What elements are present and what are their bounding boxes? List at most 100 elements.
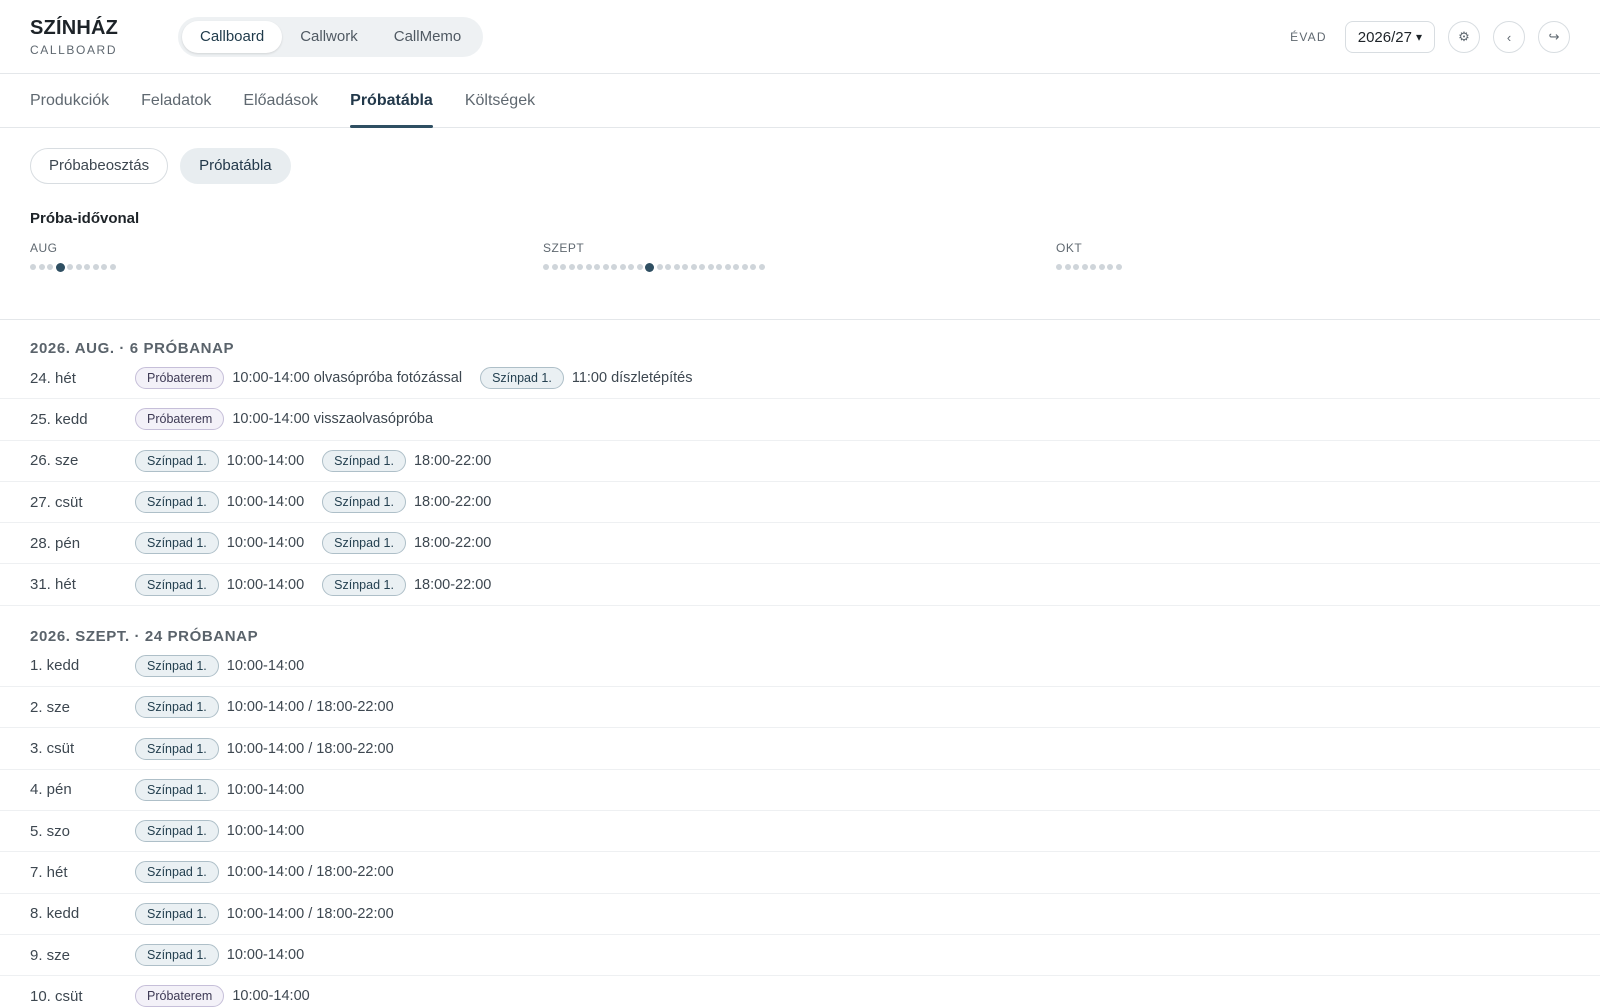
schedule-row[interactable]: 7. hét Színpad 1. 10:00-14:00 / 18:00-22:0… [0,852,1600,894]
timeline-dot[interactable] [628,264,634,270]
timeline-dot[interactable] [636,264,643,270]
schedule-row[interactable]: 3. csüt Színpad 1. 10:00-14:00 / 18:00-22:… [0,728,1600,770]
rehearsal-entry[interactable]: Színpad 1. 18:00-22:00 [322,491,491,514]
schedule-row[interactable]: 26. sze Színpad 1. 10:00-14:00 Színpad 1. 18… [0,441,1600,482]
timeline-dot[interactable] [1081,264,1088,270]
timeline-dot[interactable] [656,264,663,270]
app-tab-callmemo[interactable]: CallMemo [376,21,480,53]
timeline-dot[interactable] [724,264,731,270]
timeline-dot[interactable] [1090,264,1096,270]
timeline-dot[interactable] [1073,264,1079,270]
schedule-row[interactable]: 2. sze Színpad 1. 10:00-14:00 / 18:00-22:0… [0,687,1600,729]
settings-button[interactable]: ⚙ [1448,21,1480,53]
rehearsal-entry[interactable]: Színpad 1. 10:00-14:00 [135,491,304,514]
tab-5[interactable]: Költségek [465,74,535,127]
rehearsal-entry[interactable]: Próbaterem 10:00-14:00 olvasópróba fotózá… [135,367,462,390]
rehearsal-entry[interactable]: Színpad 1. 10:00-14:00 [135,532,304,555]
timeline-dot-selected[interactable] [55,262,65,272]
tab-4[interactable]: Próbatábla [350,74,433,128]
rehearsal-entry[interactable]: Színpad 1. 10:00-14:00 [135,654,304,677]
stage-badge: Színpad 1. [135,861,219,884]
schedule-row[interactable]: 5. szo Színpad 1. 10:00-14:00 [0,811,1600,853]
timeline-dot[interactable] [758,264,765,270]
rehearsal-entry[interactable]: Színpad 1. 10:00-14:00 [135,449,304,472]
rehearsal-entry[interactable]: Színpad 1. 10:00-14:00 [135,573,304,596]
timeline-dot-selected[interactable] [645,262,654,272]
timeline-dot[interactable] [585,264,592,270]
rehearsal-entry[interactable]: Színpad 1. 10:00-14:00 [135,944,304,966]
timeline-dot[interactable] [30,264,36,270]
timeline-dot[interactable] [665,264,671,270]
tab-2[interactable]: Feladatok [141,74,211,127]
timeline-dot[interactable] [619,264,626,270]
schedule-row[interactable]: 10. csüt Próbaterem 10:00-14:00 [0,976,1600,1008]
timeline-dots [543,261,1056,273]
timeline-dot[interactable] [1064,264,1071,270]
timeline-dot[interactable] [543,264,549,270]
schedule-row[interactable]: 31. hét Színpad 1. 10:00-14:00 Színpad 1. 18… [0,564,1600,606]
timeline-dot[interactable] [1107,264,1113,270]
timeline-dot[interactable] [1115,264,1122,270]
rehearsal-entry[interactable]: Színpad 1. 10:00-14:00 / 18:00-22:00 [135,737,394,760]
subtab-1[interactable]: Próbabeosztás [30,148,169,184]
top-right-controls: ÉVAD 2026/27 ▾ ⚙ ‹ ↪ [1290,0,1570,74]
row-date: 9. sze [30,946,71,964]
stage-badge: Színpad 1. [135,573,219,596]
timeline-dot[interactable] [109,264,116,270]
timeline-dot[interactable] [594,264,600,270]
schedule-row[interactable]: 9. sze Színpad 1. 10:00-14:00 [0,935,1600,977]
timeline-dot[interactable] [690,264,697,270]
entry-time: 10:00-14:00 [226,781,305,798]
rehearsal-entry[interactable]: Próbaterem 10:00-14:00 visszaolvasópróba [135,408,433,431]
timeline-dot[interactable] [84,264,90,270]
timeline-dot[interactable] [568,264,575,270]
timeline-dot[interactable] [611,264,617,270]
month-group-heading: 2026. AUG. · 6 PRÓBANAP [30,340,235,357]
schedule-row[interactable]: 25. kedd Próbaterem 10:00-14:00 visszaolva… [0,399,1600,441]
schedule-row[interactable]: 27. csüt Színpad 1. 10:00-14:00 Színpad 1. 1… [0,482,1600,524]
timeline-dot[interactable] [750,264,756,270]
rehearsal-entry[interactable]: Színpad 1. 18:00-22:00 [322,573,491,596]
timeline-dot[interactable] [1056,264,1062,270]
timeline-dot[interactable] [682,264,688,270]
timeline-dot[interactable] [602,264,609,270]
timeline-dot[interactable] [551,264,558,270]
timeline-dot[interactable] [673,264,680,270]
timeline-dot[interactable] [560,264,566,270]
timeline-dot[interactable] [707,264,714,270]
tab-3[interactable]: Előadások [243,74,318,127]
tab-1[interactable]: Produkciók [30,74,109,127]
schedule-row[interactable]: 4. pén Színpad 1. 10:00-14:00 [0,770,1600,811]
subtab-2[interactable]: Próbatábla [180,148,291,184]
logout-button[interactable]: ↪ [1538,21,1570,53]
rehearsal-entry[interactable]: Próbaterem 10:00-14:00 [135,985,310,1008]
rehearsal-entry[interactable]: Színpad 1. 18:00-22:00 [322,532,491,555]
timeline-dot[interactable] [716,264,722,270]
app-tab-callboard[interactable]: Callboard [182,20,283,53]
schedule-row[interactable]: 24. hét Próbaterem 10:00-14:00 olvasópróba… [0,358,1600,400]
schedule-row[interactable]: 28. pén Színpad 1. 10:00-14:00 Színpad 1. 18… [0,523,1600,565]
timeline-dot[interactable] [577,264,583,270]
timeline-dot[interactable] [47,264,53,270]
timeline-dot[interactable] [699,264,705,270]
back-button[interactable]: ‹ [1493,21,1525,53]
timeline-dot[interactable] [38,264,45,270]
rehearsal-entry[interactable]: Színpad 1. 18:00-22:00 [322,449,491,472]
rehearsal-entry[interactable]: Színpad 1. 10:00-14:00 / 18:00-22:00 [135,696,394,719]
timeline-dot[interactable] [733,264,739,270]
schedule-row[interactable]: 1. kedd Színpad 1. 10:00-14:00 [0,646,1600,688]
timeline-dot[interactable] [1098,264,1105,270]
timeline-dot[interactable] [75,264,82,270]
schedule-row[interactable]: 8. kedd Színpad 1. 10:00-14:00 / 18:00-22:… [0,894,1600,935]
timeline-dot[interactable] [92,264,99,270]
timeline-dot[interactable] [101,264,107,270]
app-tab-callwork[interactable]: Callwork [282,21,376,53]
rehearsal-entry[interactable]: Színpad 1. 11:00 díszletépítés [480,367,692,390]
season-select[interactable]: 2026/27 ▾ [1344,21,1435,53]
timeline-dot[interactable] [741,264,748,270]
rehearsal-entry[interactable]: Színpad 1. 10:00-14:00 / 18:00-22:00 [135,861,394,884]
rehearsal-entry[interactable]: Színpad 1. 10:00-14:00 / 18:00-22:00 [135,902,394,925]
timeline-dot[interactable] [67,264,73,270]
rehearsal-entry[interactable]: Színpad 1. 10:00-14:00 [135,820,304,843]
rehearsal-entry[interactable]: Színpad 1. 10:00-14:00 [135,778,305,801]
